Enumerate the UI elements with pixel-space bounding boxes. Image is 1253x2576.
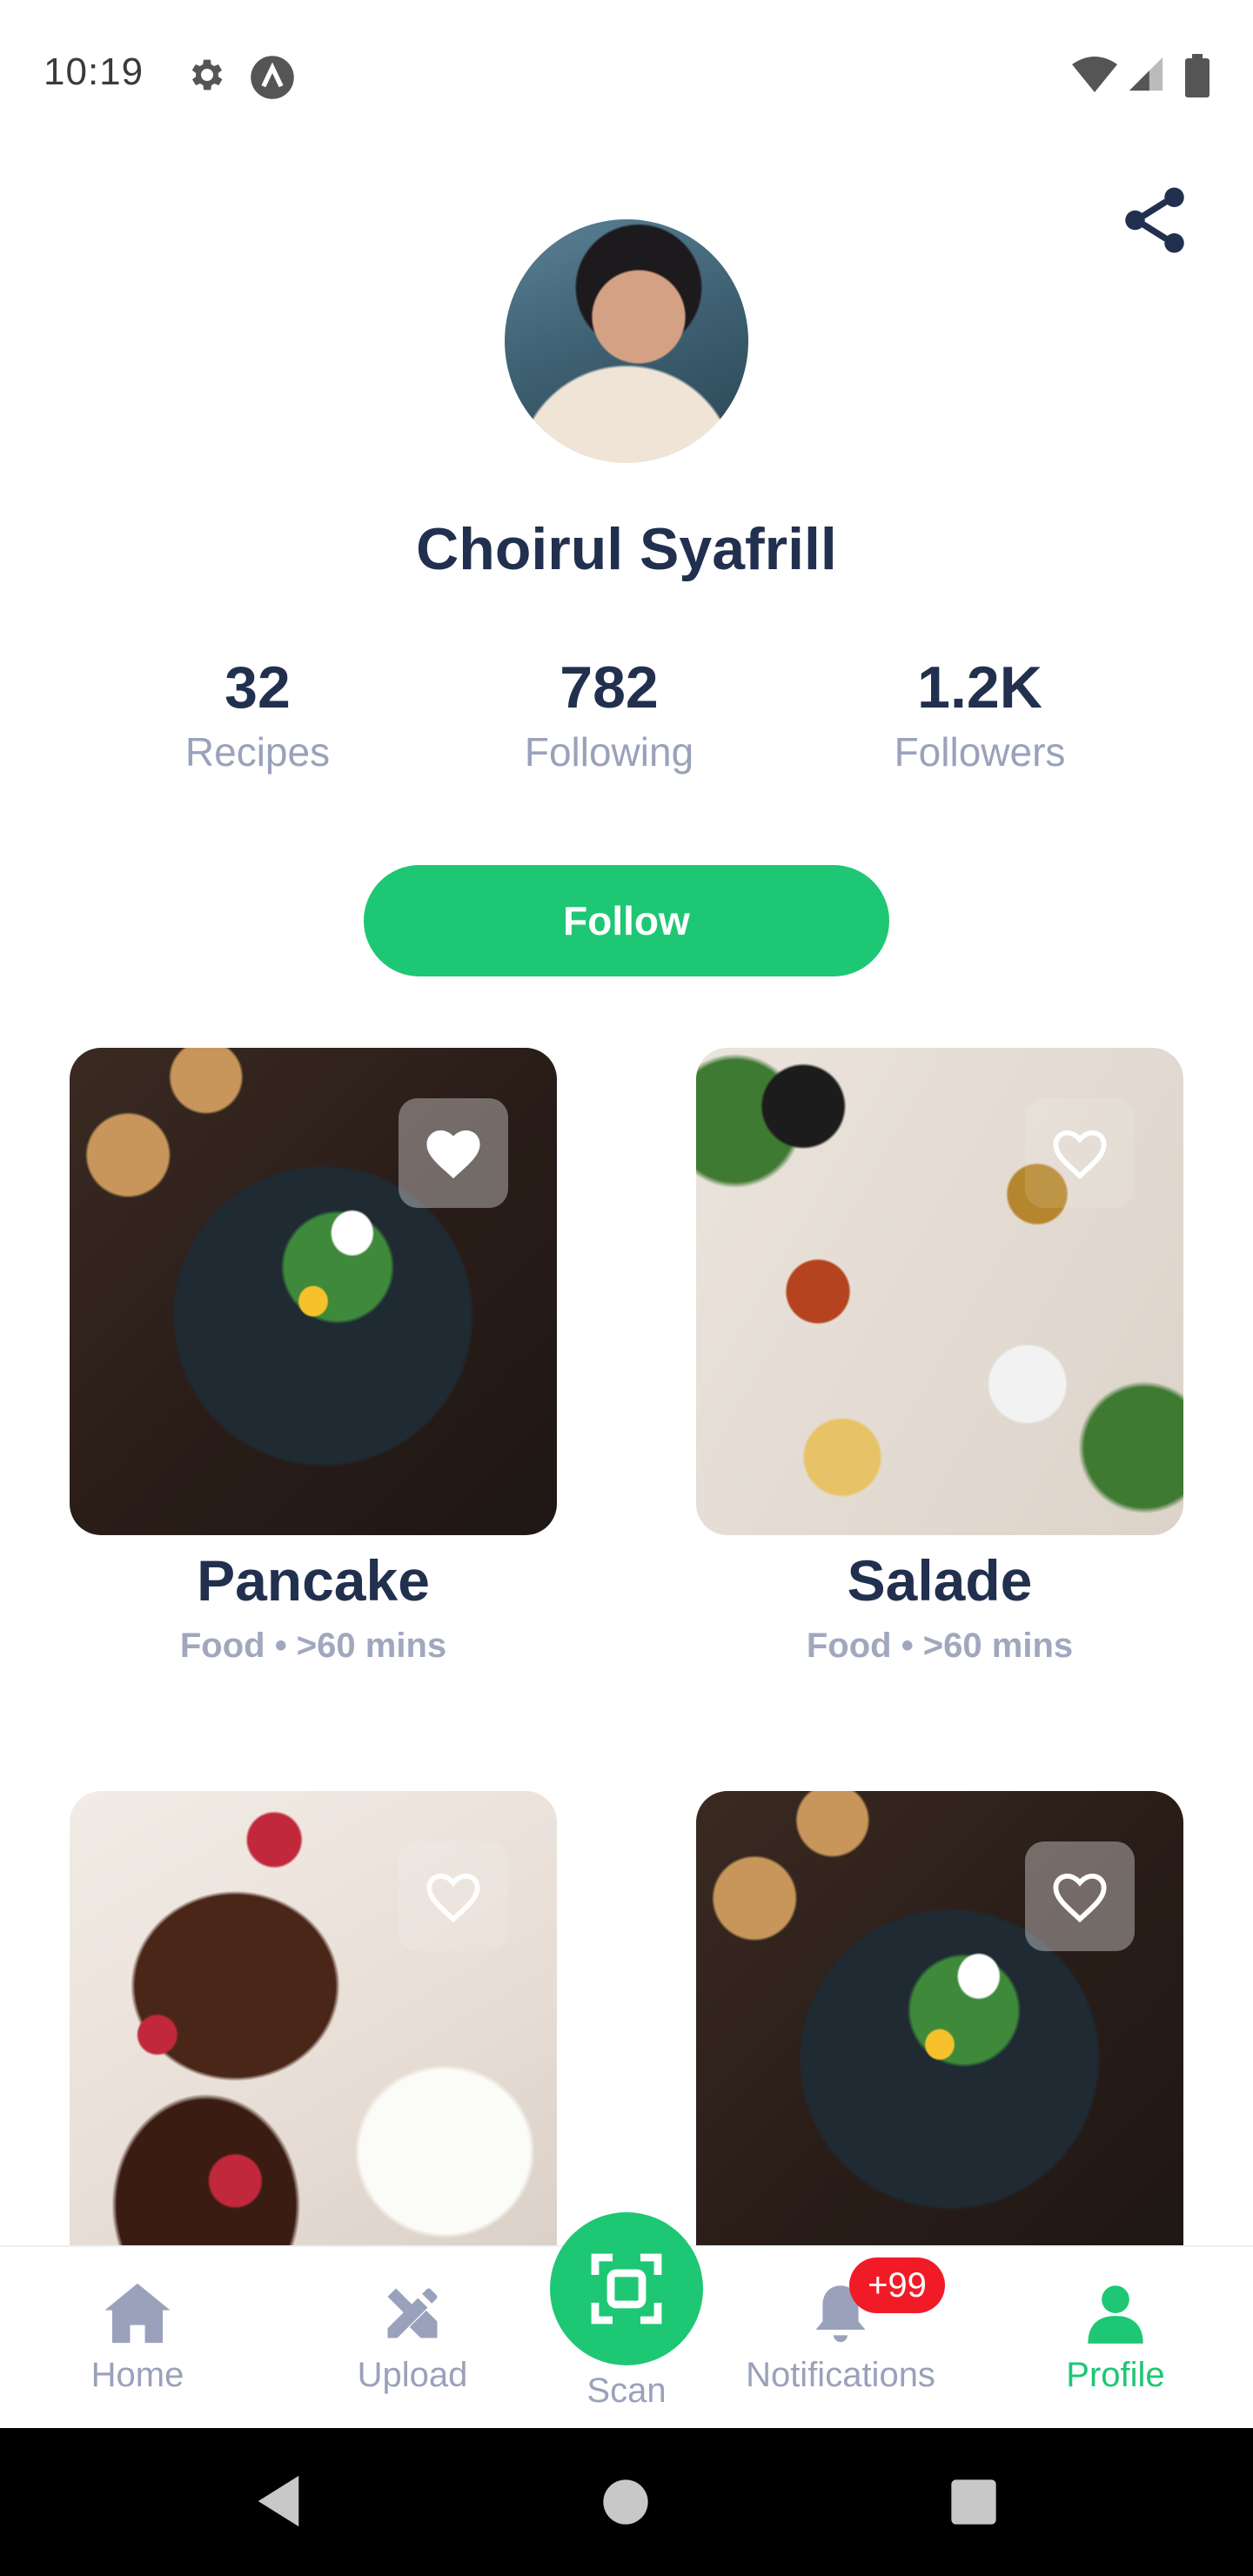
share-icon	[1125, 187, 1184, 253]
notification-badge: +99	[849, 2257, 945, 2313]
recipe-meta: Food • >60 mins	[179, 1627, 447, 1665]
stat-value: 1.2K	[917, 654, 1042, 721]
follow-button[interactable]: Follow	[364, 865, 889, 976]
cell-signal-icon	[1129, 57, 1163, 91]
recipe-card[interactable]	[70, 1791, 557, 2278]
stat-value: 782	[559, 654, 659, 721]
avatar	[505, 219, 748, 463]
recipe-image	[70, 1048, 557, 1535]
stat-label: Followers	[894, 729, 1066, 775]
recipe-card[interactable]: Pancake Food • >60 mins	[70, 1048, 557, 1669]
stat-following[interactable]: 782 Following	[470, 653, 748, 776]
favorite-button[interactable]	[399, 1098, 508, 1208]
settings-gear-icon	[191, 59, 223, 91]
recipe-meta: Food • >60 mins	[806, 1627, 1074, 1665]
profile-icon	[1088, 2285, 1143, 2344]
nav-label: Home	[90, 2356, 184, 2394]
recipe-image	[696, 1048, 1183, 1535]
recents-icon[interactable]	[950, 2479, 997, 2526]
favorite-button[interactable]	[1025, 1841, 1135, 1951]
status-time: 10:19	[44, 50, 144, 93]
heart-outline-icon	[426, 1873, 480, 1923]
nav-label-scan: Scan	[586, 2371, 667, 2410]
heart-outline-icon	[1053, 1130, 1107, 1180]
recipe-image	[70, 1791, 557, 2278]
app-a-icon	[251, 56, 294, 99]
home-icon	[104, 2283, 171, 2344]
recipe-card[interactable]: Salade Food • >60 mins	[696, 1048, 1183, 1669]
wifi-icon	[1072, 57, 1117, 92]
status-bar: 10:19	[0, 0, 1253, 148]
upload-pencil-icon	[387, 2288, 438, 2338]
nav-label: Profile	[1066, 2356, 1165, 2394]
favorite-button[interactable]	[1025, 1098, 1135, 1208]
recipe-card[interactable]	[696, 1791, 1183, 2278]
profile-name: Choirul Syafrill	[416, 516, 837, 582]
recipe-title: Salade	[847, 1548, 1033, 1613]
recipe-title: Pancake	[197, 1548, 430, 1613]
heart-outline-icon	[1053, 1873, 1107, 1923]
nav-home[interactable]: Home	[33, 2280, 242, 2395]
stat-label: Recipes	[184, 729, 331, 775]
nav-upload[interactable]: Upload	[308, 2280, 517, 2395]
back-icon[interactable]	[252, 2473, 305, 2529]
system-nav-bar	[0, 2428, 1253, 2576]
stat-value: 32	[224, 654, 291, 721]
scan-button[interactable]	[550, 2212, 703, 2365]
nav-profile[interactable]: Profile	[1011, 2280, 1220, 2395]
nav-label: Upload	[357, 2356, 468, 2394]
scan-icon	[591, 2253, 662, 2324]
stat-followers[interactable]: 1.2K Followers	[841, 653, 1119, 776]
favorite-button[interactable]	[399, 1841, 508, 1951]
stat-recipes[interactable]: 32 Recipes	[118, 653, 397, 776]
nav-label: Notifications	[746, 2356, 935, 2394]
heart-filled-icon	[426, 1130, 480, 1179]
share-button[interactable]	[1116, 181, 1194, 259]
battery-icon	[1185, 54, 1209, 97]
stat-label: Following	[524, 729, 694, 775]
home-circle-icon[interactable]	[602, 2479, 649, 2526]
recipe-image	[696, 1791, 1183, 2278]
